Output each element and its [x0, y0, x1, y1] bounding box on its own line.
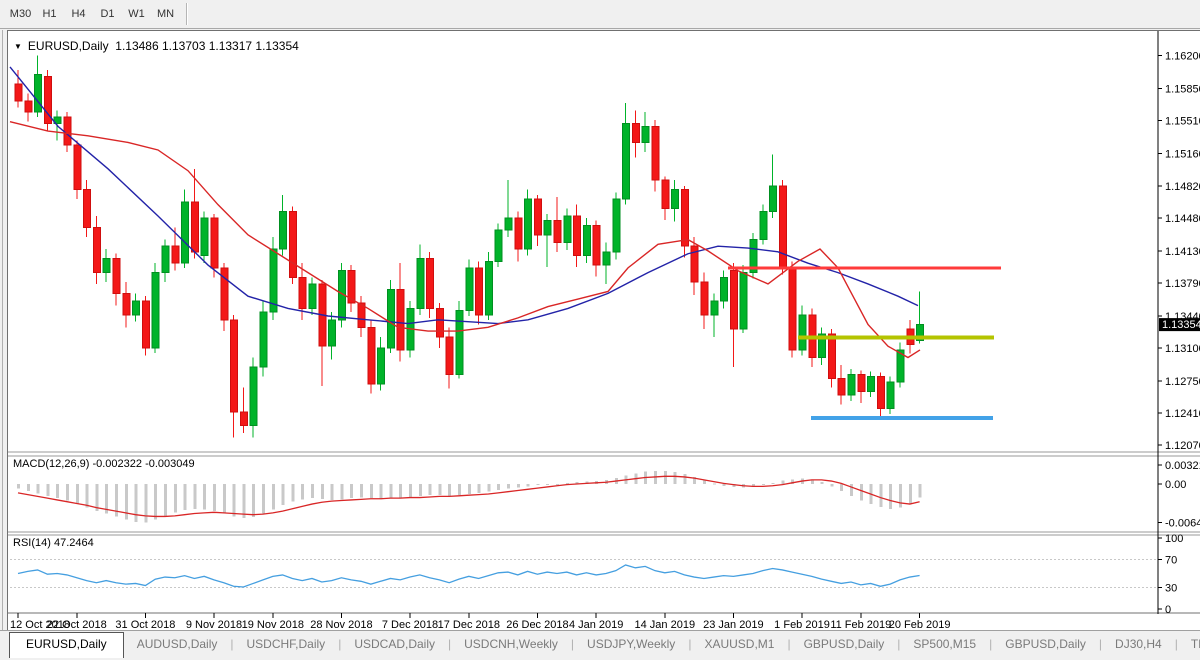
timeframe-button-w1[interactable]: W1 [123, 4, 151, 25]
chart-window[interactable]: 1.16200 1.15850 1.15510 1.15160 1.14820 1.144… [7, 30, 1200, 631]
svg-text:1.13790: 1.13790 [1165, 278, 1200, 290]
svg-text:0.003216: 0.003216 [1165, 460, 1200, 472]
timeframe-toolbar: M30 H1 H4 D1 W1 MN [0, 0, 1200, 29]
rsi-indicator-label: RSI(14) 47.2464 [13, 537, 94, 549]
svg-text:1.15850: 1.15850 [1165, 84, 1200, 96]
svg-text:0.00: 0.00 [1165, 479, 1186, 491]
tab-sp500-m15[interactable]: SP500,M15 [900, 633, 989, 656]
svg-text:1.15160: 1.15160 [1165, 149, 1200, 161]
svg-text:1.16200: 1.16200 [1165, 51, 1200, 63]
svg-text:1.12070: 1.12070 [1165, 440, 1200, 452]
chart-symbol-label: EURUSD,Daily [28, 39, 109, 53]
tab-usdjpy-weekly[interactable]: USDJPY,Weekly [574, 633, 688, 656]
svg-text:1.13100: 1.13100 [1165, 343, 1200, 355]
macd-indicator-label: MACD(12,26,9) -0.002322 -0.003049 [13, 458, 195, 470]
svg-text:70: 70 [1165, 554, 1177, 566]
chart-ohlc-values: 1.13486 1.13703 1.13317 1.13354 [115, 39, 299, 53]
tab-gbpusd-daily[interactable]: GBPUSD,Daily [791, 633, 898, 656]
tab-usdchf-daily[interactable]: USDCHF,Daily [234, 633, 339, 656]
svg-text:100: 100 [1165, 533, 1183, 545]
tab-audusd-daily[interactable]: AUDUSD,Daily [124, 633, 231, 656]
tab-eurusd-daily[interactable]: EURUSD,Daily [9, 632, 124, 658]
pane-backgrounds [8, 31, 1200, 632]
timeframe-button-d1[interactable]: D1 [94, 4, 122, 25]
svg-text:1.12750: 1.12750 [1165, 376, 1200, 388]
chart-canvas[interactable]: 1.16200 1.15850 1.15510 1.15160 1.14820 1.144… [8, 31, 1200, 632]
svg-text:0: 0 [1165, 604, 1171, 616]
tab-gbpusd-daily-2[interactable]: GBPUSD,Daily [992, 633, 1099, 656]
svg-text:1.15510: 1.15510 [1165, 116, 1200, 128]
svg-text:1.12410: 1.12410 [1165, 408, 1200, 420]
timeframe-button-h1[interactable]: H1 [36, 4, 64, 25]
current-price-marker: 1.13354 [1159, 318, 1200, 331]
window-left-edge [0, 30, 7, 660]
tab-tech10[interactable]: TECH10 [1178, 633, 1200, 656]
chart-info-line: ▼ EURUSD,Daily 1.13486 1.13703 1.13317 1.… [14, 39, 299, 53]
symbol-tab-bar: EURUSD,Daily AUDUSD,Daily| USDCHF,Daily|… [0, 630, 1200, 660]
symbol-dropdown-icon[interactable]: ▼ [14, 42, 22, 51]
svg-text:1.14820: 1.14820 [1165, 181, 1200, 193]
timeframe-button-h4[interactable]: H4 [65, 4, 93, 25]
tab-usdcnh-weekly[interactable]: USDCNH,Weekly [451, 633, 571, 656]
svg-text:1.14480: 1.14480 [1165, 213, 1200, 225]
svg-text:1.14130: 1.14130 [1165, 246, 1200, 258]
timeframe-button-mn[interactable]: MN [152, 4, 180, 25]
tab-dj30-h4[interactable]: DJ30,H4 [1102, 633, 1175, 656]
tab-xauusd-m1[interactable]: XAUUSD,M1 [691, 633, 787, 656]
timeframe-button-m30[interactable]: M30 [7, 4, 35, 25]
tab-usdcad-daily[interactable]: USDCAD,Daily [341, 633, 448, 656]
svg-text:30: 30 [1165, 583, 1177, 595]
svg-text:-0.006485: -0.006485 [1165, 517, 1200, 529]
svg-text:1.13354: 1.13354 [1162, 319, 1200, 331]
toolbar-separator [186, 3, 188, 25]
